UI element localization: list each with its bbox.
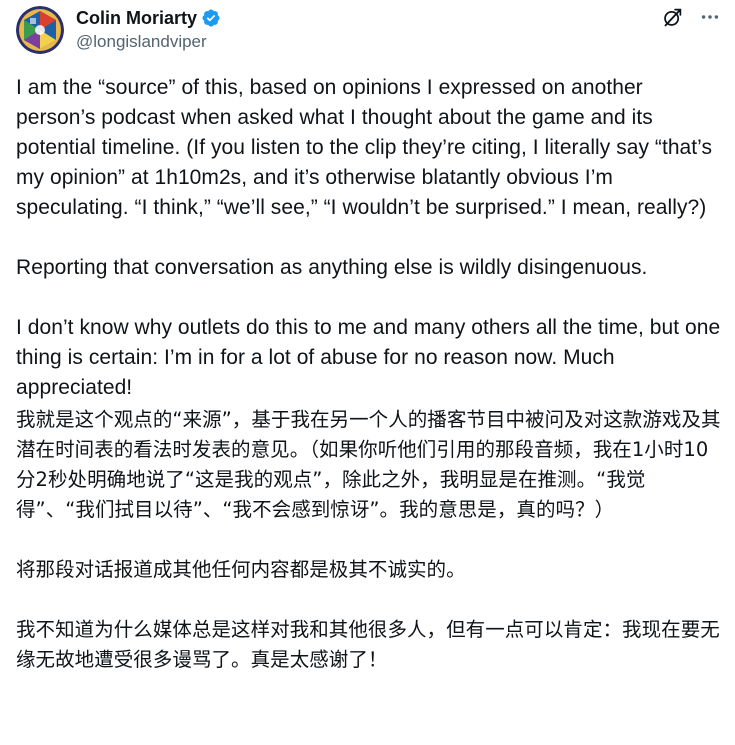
grok-icon[interactable] — [661, 6, 683, 28]
tweet-paragraph-zh-3: 我不知道为什么媒体总是这样对我和其他很多人，但有一点可以肯定：我现在要无缘无故地… — [16, 618, 720, 671]
author-handle[interactable]: @longislandviper — [76, 32, 207, 52]
tweet-top-actions — [661, 6, 721, 28]
tweet-body: I am the “source” of this, based on opin… — [16, 73, 721, 675]
author-name-row: Colin Moriarty — [76, 7, 221, 29]
avatar[interactable] — [16, 6, 64, 54]
tweet-paragraph-en-1: I am the “source” of this, based on opin… — [16, 76, 713, 219]
tweet-paragraph-zh-2: 将那段对话报道成其他任何内容都是极其不诚实的。 — [16, 558, 466, 581]
more-options-icon[interactable] — [699, 6, 721, 28]
translation-block: 我就是这个观点的“来源”，基于我在另一个人的播客节目中被问及对这款游戏及其潜在时… — [16, 405, 721, 675]
verified-badge-icon — [201, 8, 221, 28]
tweet-paragraph-zh-1: 我就是这个观点的“来源”，基于我在另一个人的播客节目中被问及对这款游戏及其潜在时… — [16, 408, 721, 521]
tweet: Colin Moriarty @longislandviper I am the… — [0, 0, 735, 745]
tweet-paragraph-en-3: I don’t know why outlets do this to me a… — [16, 316, 721, 399]
tweet-paragraph-en-2: Reporting that conversation as anything … — [16, 256, 648, 279]
author-name[interactable]: Colin Moriarty — [76, 7, 197, 29]
